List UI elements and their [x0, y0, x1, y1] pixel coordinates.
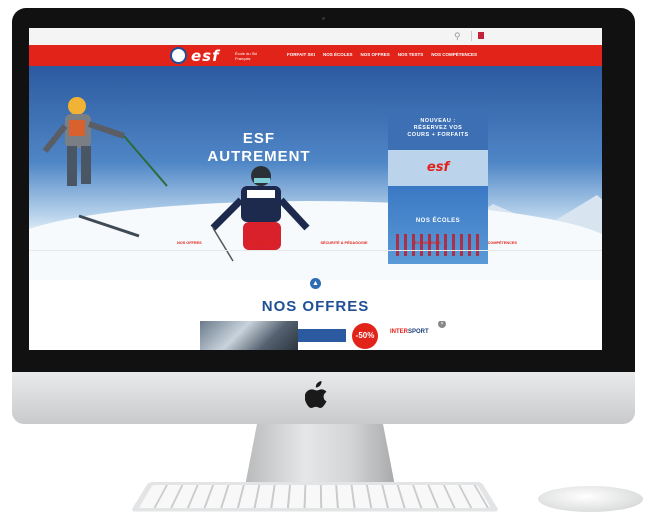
top-utility-bar: ⚲ — [29, 28, 602, 45]
logo-subtitle: École du Ski Français — [235, 51, 258, 61]
nav-item-forfait[interactable]: FORFAIT SKI — [287, 52, 315, 57]
imac-mockup: ⚲ esf École du Ski Français FORFAIT SKI … — [0, 0, 651, 516]
promo-line1: NOUVEAU : — [420, 118, 456, 124]
link-offres[interactable]: NOS OFFRES — [177, 241, 202, 245]
skier-image — [42, 97, 168, 238]
main-nav: esf École du Ski Français FORFAIT SKI NO… — [29, 45, 602, 66]
nav-item-tests[interactable]: NOS TESTS — [398, 52, 424, 57]
hero-title: ESF AUTREMENT — [199, 130, 319, 166]
keyboard — [130, 481, 500, 512]
link-ecoles[interactable]: NOS ÉCOLES — [249, 241, 274, 245]
schools-label: NOS ÉCOLES — [415, 218, 461, 224]
promo-card[interactable]: NOUVEAU : RÉSERVEZ VOS COURS + FORFAITS … — [388, 108, 488, 186]
promo-line2: RÉSERVEZ VOS — [413, 125, 463, 131]
schools-card[interactable]: NOS ÉCOLES — [388, 186, 488, 264]
ad-brand: INTERSPORT — [390, 329, 429, 335]
search-icon[interactable]: ⚲ — [454, 31, 461, 42]
nav-item-competences[interactable]: NOS COMPÉTENCES — [431, 52, 477, 57]
ad-brand-suffix: SPORT — [408, 329, 429, 335]
monitor-stand — [245, 424, 395, 486]
offers-icon: ▲ — [310, 278, 321, 289]
link-evenements[interactable]: ÉVÈNEMENTS — [415, 241, 441, 245]
ad-photo — [200, 321, 298, 350]
esf-badge-icon[interactable] — [170, 47, 187, 64]
apple-logo-icon — [305, 381, 327, 408]
skier-instructor-image — [210, 166, 310, 262]
link-securite[interactable]: SÉCURITÉ & PÉDAGOGIE — [321, 241, 368, 245]
camera — [322, 17, 325, 20]
ad-blue-panel — [298, 329, 346, 342]
close-icon[interactable]: × — [438, 321, 446, 328]
instructors-image — [396, 234, 480, 256]
nav-item-ecoles[interactable]: NOS ÉCOLES — [323, 52, 353, 57]
promo-brand: esf — [426, 160, 450, 175]
hero-title-line1: ESF — [242, 130, 276, 147]
nav-item-offres[interactable]: NOS OFFRES — [361, 52, 390, 57]
hero-banner: ESF AUTREMENT NOUVEAU : RÉSERVEZ VOS COU… — [29, 66, 602, 280]
screen: ⚲ esf École du Ski Français FORFAIT SKI … — [29, 28, 602, 350]
mouse — [538, 486, 643, 512]
hero-link-bar: NOS OFFRES NOS ÉCOLES SÉCURITÉ & PÉDAGOG… — [177, 241, 517, 245]
sale-badge: -50% — [352, 323, 378, 349]
ad-brand-prefix: INTER — [390, 329, 408, 335]
link-competences[interactable]: COMPÉTENCES — [488, 241, 517, 245]
promo-line3: COURS + FORFAITS — [407, 132, 469, 138]
language-flag-icon[interactable] — [478, 32, 484, 39]
section-title: NOS OFFRES — [261, 298, 370, 315]
divider — [471, 31, 472, 41]
section-divider — [29, 250, 602, 251]
logo[interactable]: esf — [191, 47, 220, 65]
nav-links: FORFAIT SKI NOS ÉCOLES NOS OFFRES NOS TE… — [287, 52, 477, 57]
promo-text: NOUVEAU : RÉSERVEZ VOS COURS + FORFAITS — [388, 118, 488, 139]
keyboard-keys — [138, 484, 492, 508]
ad-banner[interactable]: -50% INTERSPORT × — [200, 321, 446, 350]
hero-title-line2: AUTREMENT — [207, 148, 311, 165]
